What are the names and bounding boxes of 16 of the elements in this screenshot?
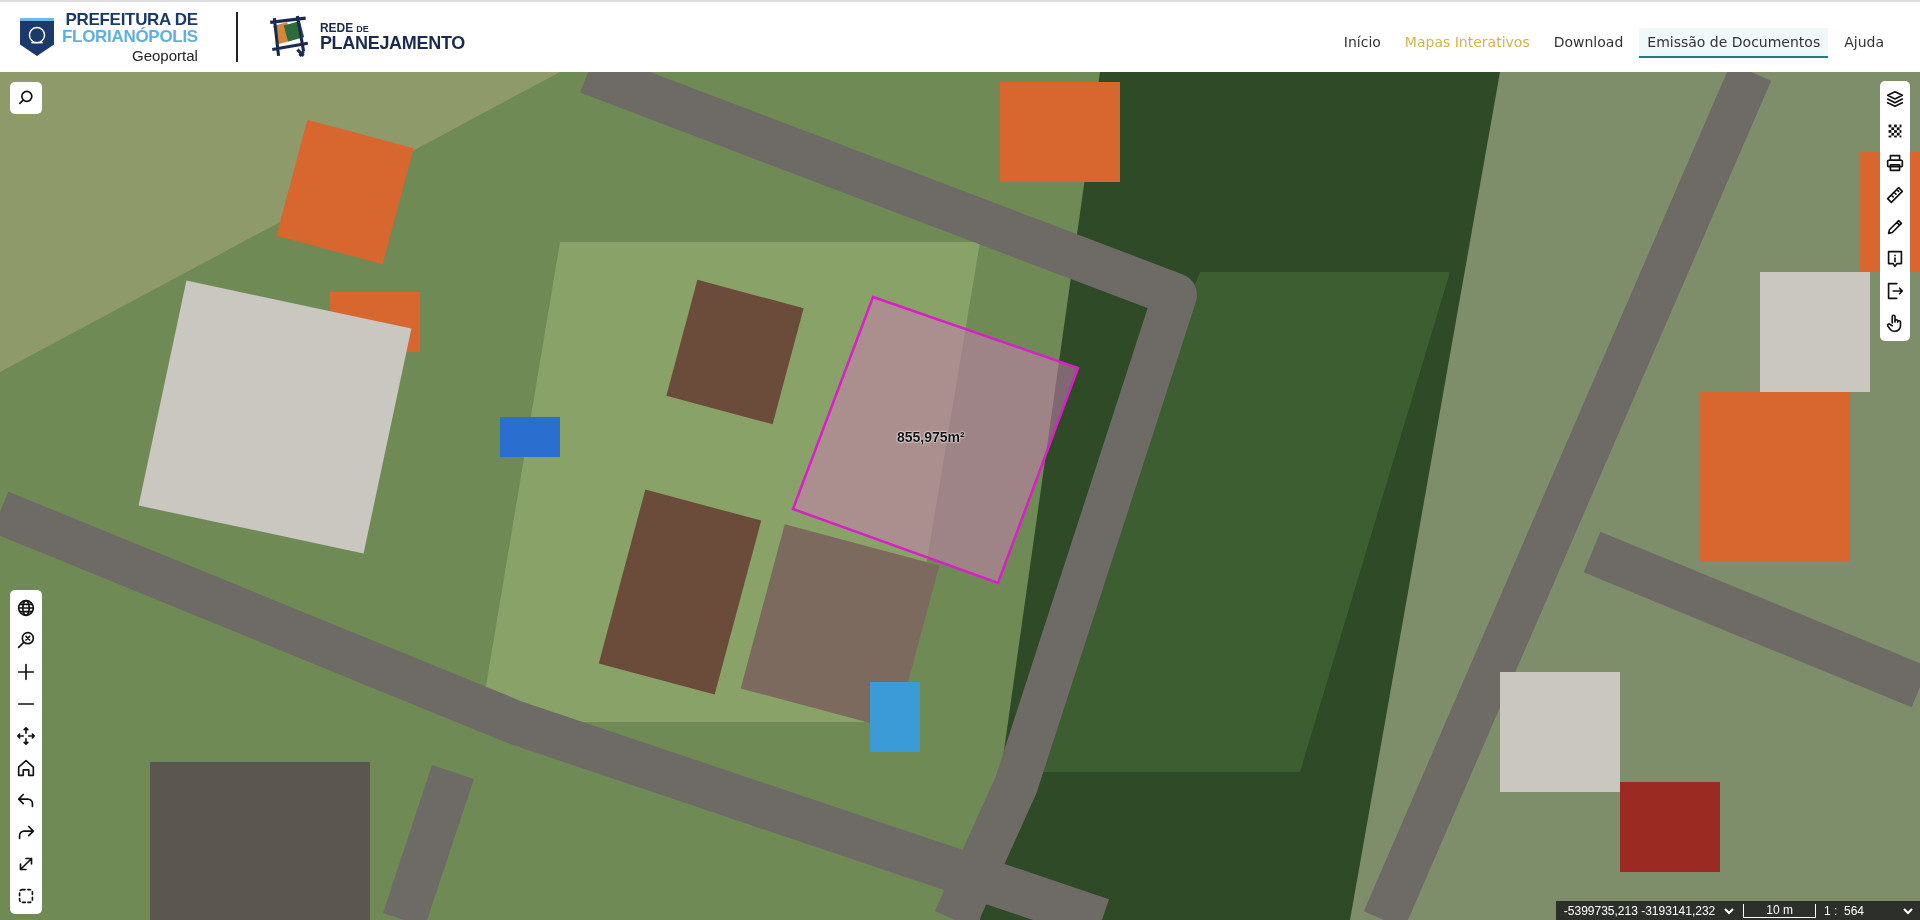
logo-title: PREFEITURA DE (65, 11, 198, 28)
scale-bar: 10 m (1743, 903, 1816, 918)
logo-title: REDE (319, 22, 354, 34)
nav-link[interactable]: Emissão de Documentos (1639, 28, 1829, 58)
coordinates-text: -5399735,213 -3193141,232 (1563, 903, 1716, 918)
area-label: 855,975m² (897, 429, 965, 445)
scale-ratio: 1 : 564 (1823, 903, 1864, 918)
nav-link[interactable]: Download (1545, 28, 1632, 58)
logo-subtitle: Geoportal (132, 48, 198, 63)
search-icon[interactable] (10, 82, 42, 114)
nav-link[interactable]: Início (1335, 28, 1389, 58)
logo-title: DE (356, 25, 369, 34)
coat-of-arms-icon (20, 17, 54, 57)
logo-title: PLANEJAMENTO (319, 34, 465, 52)
logo-title: FLORIANÓPOLIS (62, 28, 198, 45)
nav-link[interactable]: Ajuda (1836, 28, 1892, 58)
